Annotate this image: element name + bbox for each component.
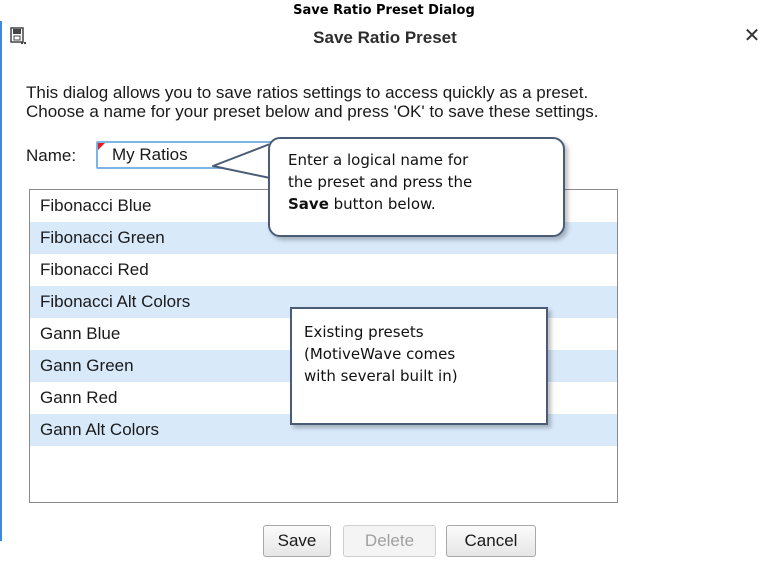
- callout-bold-text: Save: [288, 195, 329, 213]
- preset-list-item[interactable]: Fibonacci Red: [30, 254, 617, 286]
- callout-line: Existing presets: [304, 323, 424, 341]
- delete-button: Delete: [343, 525, 436, 557]
- cancel-button[interactable]: Cancel: [446, 525, 536, 557]
- save-ratio-preset-dialog: Save Ratio Preset ✕ This dialog allows y…: [0, 21, 768, 557]
- presets-hint-callout: Existing presets (MotiveWave comes with …: [290, 307, 548, 425]
- name-hint-callout: Enter a logical name for the preset and …: [268, 137, 565, 237]
- close-icon[interactable]: ✕: [742, 26, 762, 46]
- dialog-description: This dialog allows you to save ratios se…: [26, 83, 756, 121]
- dialog-titlebar: Save Ratio Preset ✕: [2, 21, 768, 55]
- dialog-title: Save Ratio Preset: [313, 28, 457, 47]
- callout-text: button below.: [328, 195, 436, 213]
- callout-line: the preset and press the: [288, 173, 473, 191]
- description-line-2: Choose a name for your preset below and …: [26, 102, 599, 121]
- name-label: Name:: [26, 146, 77, 165]
- callout-line: Save button below.: [288, 193, 549, 215]
- dialog-button-row: Save Delete Cancel: [2, 525, 768, 561]
- input-error-marker: [98, 143, 105, 150]
- callout-line: (MotiveWave comes: [304, 345, 456, 363]
- callout-line: Enter a logical name for: [288, 151, 469, 169]
- description-line-1: This dialog allows you to save ratios se…: [26, 83, 589, 102]
- figure-caption: Save Ratio Preset Dialog: [293, 3, 475, 18]
- save-button[interactable]: Save: [263, 525, 331, 557]
- callout-line: with several built in): [304, 367, 458, 385]
- callout-pointer: [212, 143, 273, 179]
